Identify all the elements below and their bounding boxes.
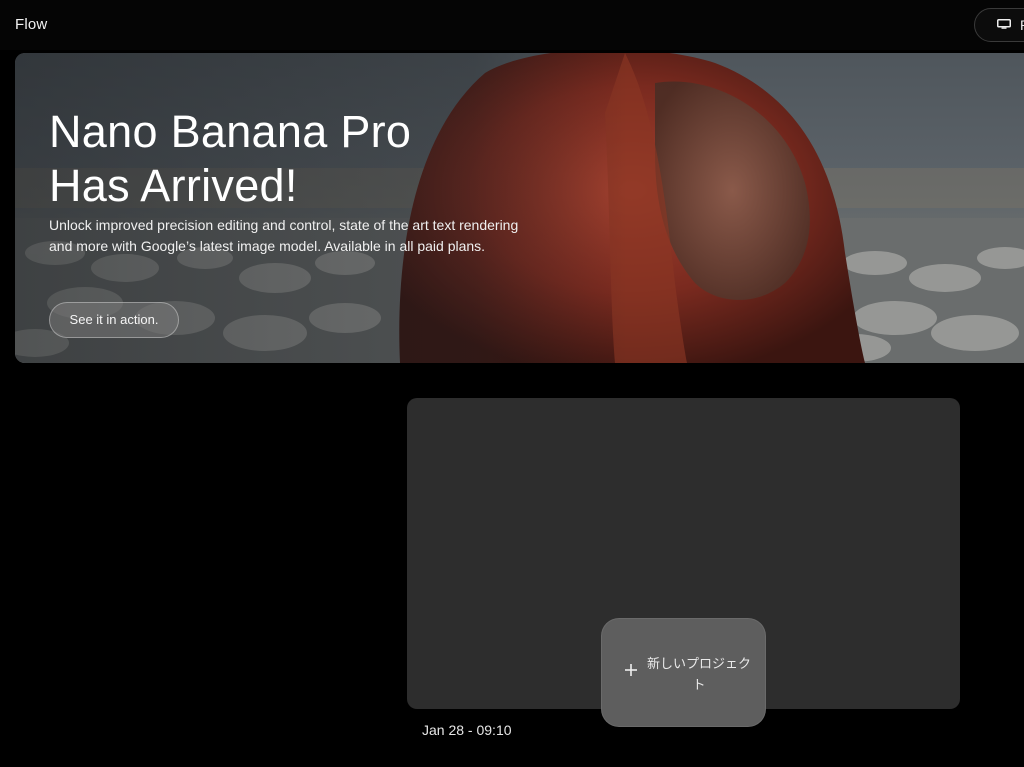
see-it-in-action-button[interactable]: See it in action. <box>49 302 179 338</box>
hero-title: Nano Banana Pro Has Arrived! <box>49 105 489 213</box>
hero-title-line-1: Nano Banana Pro <box>49 106 412 157</box>
top-bar: Flow P <box>0 0 1024 50</box>
hero-description: Unlock improved precision editing and co… <box>49 217 519 254</box>
plus-icon <box>625 664 637 676</box>
new-project-button[interactable]: 新しいプロジェクト <box>601 618 766 727</box>
project-date: Jan 28 - 09:10 <box>422 722 512 738</box>
hero-banner: Nano Banana Pro Has Arrived! Unlock impr… <box>15 53 1024 363</box>
display-button[interactable]: P <box>974 8 1024 42</box>
monitor-icon <box>997 19 1011 29</box>
display-button-label: P <box>1020 17 1024 33</box>
app-title[interactable]: Flow <box>15 16 47 33</box>
flow-page: Flow P <box>0 0 1024 767</box>
hero-title-line-2: Has Arrived! <box>49 160 298 211</box>
new-project-label: 新しいプロジェクト <box>646 656 751 692</box>
